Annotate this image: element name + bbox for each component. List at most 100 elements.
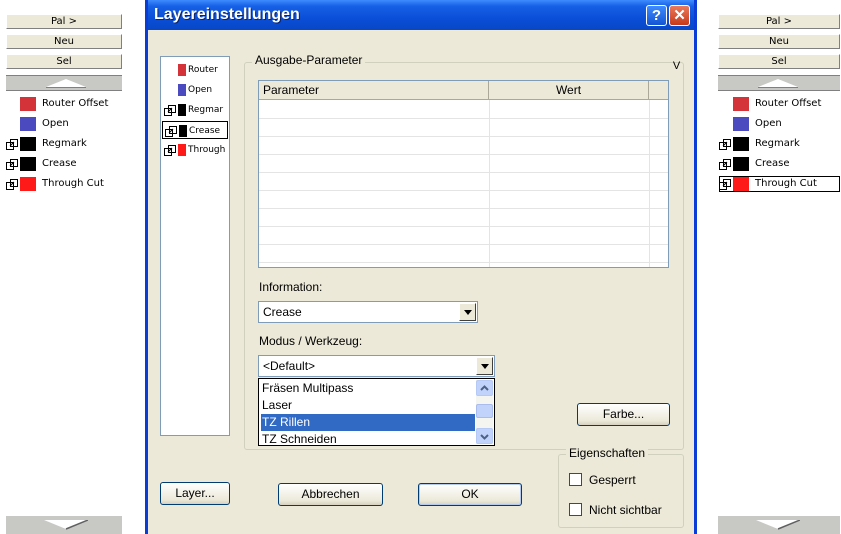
scroll-down-button[interactable] [6,516,122,534]
link-icon [164,105,176,116]
layer-color-swatch [20,117,36,131]
dialog-layer-item[interactable]: Crease [162,121,228,139]
information-dropdown-button[interactable] [459,303,476,321]
checkbox-box[interactable] [569,503,582,516]
checkbox-box[interactable] [569,473,582,486]
layer-color-swatch [733,157,749,171]
scroll-up-button[interactable] [718,75,840,91]
layer-label: Open [188,85,213,95]
output-parameters-title: Ausgabe-Parameter [252,53,366,67]
layer-color-swatch [20,177,36,191]
mode-option[interactable]: Laser [261,397,475,414]
layer-item[interactable]: Regmark [6,136,122,152]
mode-dropdown-button[interactable] [476,357,493,375]
layer-color-swatch [178,64,186,76]
layer-item[interactable]: Regmark [719,136,840,152]
information-value: Crease [263,305,302,319]
column-header-parameter[interactable]: Parameter [259,81,489,100]
link-icon [719,139,731,150]
pal-button[interactable]: Pal > [6,14,122,29]
layer-label: Crease [189,126,221,136]
dialog-layer-item[interactable]: Regmar [162,101,228,119]
layer-color-swatch [733,97,749,111]
layer-button[interactable]: Layer... [160,482,230,505]
title-bar[interactable]: Layereinstellungen ? ✕ [148,0,694,30]
left-palette: Pal > Neu Sel Router Offset Open Regmark Cr… [0,0,128,534]
layer-label: Router Offset [755,98,822,109]
ok-button[interactable]: OK [418,483,522,506]
information-label: Information: [259,280,323,294]
arrow-down-icon [44,520,88,530]
scroll-down-button[interactable] [718,516,840,534]
layer-item[interactable]: Crease [6,156,122,172]
layer-label: Through Cut [755,178,817,189]
mode-option[interactable]: TZ Schneiden [261,431,475,445]
layer-settings-dialog: Layereinstellungen ? ✕ Router Open Regmar C… [145,0,697,534]
layer-label: Crease [755,158,790,169]
layer-label: Through Cut [42,178,104,189]
layer-item[interactable]: Router Offset [6,96,122,112]
column-header-value[interactable]: Wert [489,81,649,100]
scroll-thumb[interactable] [476,404,493,418]
chevron-down-icon [480,434,489,440]
chevron-down-icon [464,310,472,315]
properties-title: Eigenschaften [566,446,649,460]
layer-color-swatch [20,137,36,151]
screen: Pal > Neu Sel Router Offset Open Regmark Cr… [0,0,841,534]
help-button[interactable]: ? [646,5,667,26]
close-button[interactable]: ✕ [669,5,690,26]
dialog-layer-item[interactable]: Open [162,81,228,99]
color-button[interactable]: Farbe... [577,403,670,426]
layer-label: Open [755,118,782,129]
link-icon [719,159,731,170]
layer-label: Open [42,118,69,129]
layer-color-swatch [733,137,749,151]
dialog-layer-item[interactable]: Router [162,61,228,79]
scroll-up-button[interactable] [6,75,122,91]
information-select[interactable]: Crease [258,301,478,323]
scroll-up-button[interactable] [476,380,493,396]
scroll-down-button[interactable] [476,428,493,444]
select-button[interactable]: Sel [6,54,122,69]
layer-color-swatch [178,84,186,96]
dialog-title: Layereinstellungen [154,6,300,23]
arrow-down-icon [756,520,800,530]
mode-label: Modus / Werkzeug: [259,334,363,348]
dialog-layer-list[interactable]: Router Open Regmar Crease Through [160,56,230,436]
mode-option-highlighted[interactable]: TZ Rillen [261,414,475,431]
right-palette: Pal > Neu Sel Router Offset Open Regmark Cr… [718,0,841,534]
link-icon [6,139,18,150]
v-button[interactable]: V [670,60,683,73]
layer-item[interactable]: Through Cut [719,176,840,192]
mode-select[interactable]: <Default> [258,355,495,377]
layer-color-swatch [179,125,187,137]
chevron-up-icon [480,385,489,391]
cancel-button[interactable]: Abbrechen [278,483,383,506]
layer-color-swatch [178,144,186,156]
new-button[interactable]: Neu [6,34,122,49]
layer-item[interactable]: Open [719,116,840,132]
dialog-layer-item[interactable]: Through [162,141,228,159]
pal-button[interactable]: Pal > [718,14,840,29]
link-icon [719,179,731,190]
dropdown-scrollbar[interactable] [476,380,493,444]
new-button[interactable]: Neu [718,34,840,49]
mode-option[interactable]: Fräsen Multipass [261,380,475,397]
layer-item[interactable]: Router Offset [719,96,840,112]
select-button[interactable]: Sel [718,54,840,69]
layer-item[interactable]: Through Cut [6,176,122,192]
arrow-up-icon [46,79,86,87]
chevron-down-icon [481,364,489,369]
link-icon [6,159,18,170]
layer-color-swatch [178,104,186,116]
mode-dropdown-list[interactable]: Fräsen Multipass Laser TZ Rillen TZ Schn… [258,378,495,446]
link-icon [165,126,177,137]
layer-item[interactable]: Open [6,116,122,132]
layer-item[interactable]: Crease [719,156,840,172]
layer-label: Crease [42,158,77,169]
link-icon [6,179,18,190]
hidden-label: Nicht sichtbar [589,503,662,517]
layer-label: Regmark [42,138,87,149]
locked-label: Gesperrt [589,473,636,487]
parameter-table[interactable]: Parameter Wert [258,80,669,268]
